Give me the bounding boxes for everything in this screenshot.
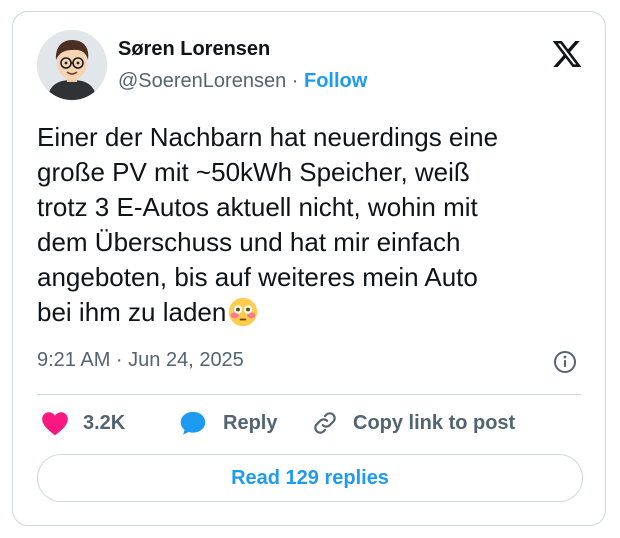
post-timestamp[interactable]: 9:21 AM · Jun 24, 2025 [37, 349, 244, 372]
reply-label: Reply [223, 411, 278, 434]
tweet-card: Søren Lorensen @SoerenLorensen · Follow … [12, 11, 606, 526]
separator-dot: · [291, 70, 299, 92]
avatar[interactable] [37, 30, 107, 100]
tweet-line: große PV mit ~50kWh Speicher, weiß [37, 157, 470, 187]
author-name[interactable]: Søren Lorensen [118, 38, 270, 61]
action-bar: 3.2K Reply Copy link to post [41, 408, 581, 438]
copy-link-button[interactable]: Copy link to post [311, 408, 515, 438]
x-logo-icon[interactable] [551, 38, 583, 70]
tweet-last-line: bei ihm zu laden [37, 295, 589, 330]
speech-bubble-icon [180, 411, 206, 435]
tweet-line: angeboten, bis auf weiteres mein Auto [37, 262, 478, 292]
info-icon[interactable] [553, 350, 577, 374]
author-handle[interactable]: @SoerenLorensen [118, 70, 286, 92]
avatar-image [37, 30, 107, 100]
tweet-line: dem Überschuss und hat mir einfach [37, 227, 461, 257]
read-replies-button[interactable]: Read 129 replies [37, 454, 583, 502]
author-handle-row: @SoerenLorensen · Follow [118, 70, 367, 93]
follow-button[interactable]: Follow [304, 70, 367, 92]
divider [37, 394, 581, 395]
copy-link-label: Copy link to post [353, 411, 516, 434]
like-button[interactable]: 3.2K [41, 408, 125, 438]
flushed-face-emoji-icon [229, 297, 258, 327]
like-count: 3.2K [83, 411, 126, 434]
tweet-text: Einer der Nachbarn hat neuerdings eine g… [37, 120, 589, 330]
heart-icon [42, 412, 68, 436]
tweet-line: bei ihm zu laden [37, 297, 227, 327]
reply-button[interactable]: Reply [179, 408, 277, 438]
tweet-line: Einer der Nachbarn hat neuerdings eine [37, 122, 499, 152]
link-icon [314, 412, 336, 434]
tweet-line: trotz 3 E-Autos aktuell nicht, wohin mit [37, 192, 478, 222]
